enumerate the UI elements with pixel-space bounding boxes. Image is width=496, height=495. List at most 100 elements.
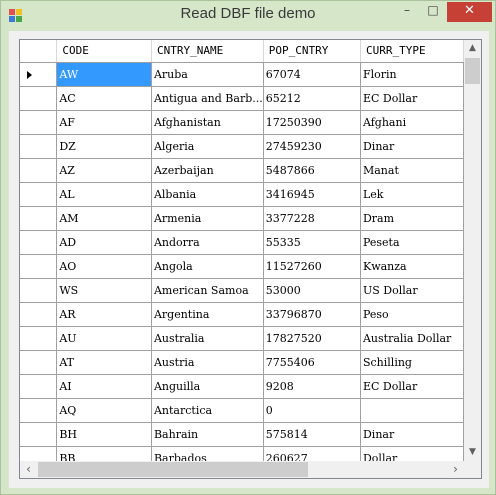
scroll-left-icon[interactable]: ‹	[20, 461, 37, 478]
cell-cntry-name[interactable]: Anguilla	[151, 374, 264, 399]
cell-pop-cntry[interactable]: 7755406	[263, 350, 361, 375]
column-header-curr-type[interactable]: CURR_TYPE	[360, 40, 464, 63]
cell-code[interactable]: BH	[56, 422, 152, 447]
row-header[interactable]	[20, 278, 58, 303]
cell-pop-cntry[interactable]: 5487866	[263, 158, 361, 183]
cell-curr-type[interactable]: Schilling	[360, 350, 464, 375]
cell-code[interactable]: AO	[56, 254, 152, 279]
cell-code[interactable]: AW	[56, 62, 152, 87]
maximize-button[interactable]: □	[420, 2, 446, 22]
cell-code[interactable]: AI	[56, 374, 152, 399]
row-header[interactable]	[20, 446, 58, 461]
cell-pop-cntry[interactable]: 575814	[263, 422, 361, 447]
row-header[interactable]	[20, 254, 58, 279]
cell-curr-type[interactable]: Afghani	[360, 110, 464, 135]
cell-code[interactable]: DZ	[56, 134, 152, 159]
cell-cntry-name[interactable]: Algeria	[151, 134, 264, 159]
cell-curr-type[interactable]	[360, 398, 464, 423]
cell-cntry-name[interactable]: Armenia	[151, 206, 264, 231]
cell-cntry-name[interactable]: Azerbaijan	[151, 158, 264, 183]
cell-code[interactable]: AZ	[56, 158, 152, 183]
scroll-down-icon[interactable]: ▼	[464, 444, 481, 461]
cell-cntry-name[interactable]: Austria	[151, 350, 264, 375]
cell-pop-cntry[interactable]: 53000	[263, 278, 361, 303]
cell-pop-cntry[interactable]: 67074	[263, 62, 361, 87]
cell-curr-type[interactable]: Manat	[360, 158, 464, 183]
row-header[interactable]	[20, 110, 58, 135]
table-row[interactable]: BH Bahrain 575814 Dinar	[20, 422, 464, 447]
table-row[interactable]: AI Anguilla 9208 EC Dollar	[20, 374, 464, 399]
scroll-up-icon[interactable]: ▲	[464, 40, 481, 57]
table-row[interactable]: AF Afghanistan 17250390 Afghani	[20, 110, 464, 135]
cell-curr-type[interactable]: US Dollar	[360, 278, 464, 303]
table-row[interactable]: AL Albania 3416945 Lek	[20, 182, 464, 207]
cell-cntry-name[interactable]: American Samoa	[151, 278, 264, 303]
table-row[interactable]: AO Angola 11527260 Kwanza	[20, 254, 464, 279]
cell-code[interactable]: AU	[56, 326, 152, 351]
cell-curr-type[interactable]: Peseta	[360, 230, 464, 255]
row-header[interactable]	[20, 374, 58, 399]
cell-cntry-name[interactable]: Afghanistan	[151, 110, 264, 135]
close-button[interactable]: ✕	[447, 2, 492, 22]
row-header[interactable]	[20, 158, 58, 183]
data-grid[interactable]: CODE CNTRY_NAME POP_CNTRY CURR_TYPE AW Ar…	[19, 39, 482, 479]
row-header-corner[interactable]	[20, 40, 58, 63]
row-header[interactable]	[20, 62, 58, 87]
table-row[interactable]: AC Antigua and Barb... 65212 EC Dollar	[20, 86, 464, 111]
cell-pop-cntry[interactable]: 11527260	[263, 254, 361, 279]
cell-curr-type[interactable]: Australia Dollar	[360, 326, 464, 351]
row-header[interactable]	[20, 326, 58, 351]
cell-cntry-name[interactable]: Argentina	[151, 302, 264, 327]
table-row[interactable]: AM Armenia 3377228 Dram	[20, 206, 464, 231]
row-header[interactable]	[20, 398, 58, 423]
cell-cntry-name[interactable]: Bahrain	[151, 422, 264, 447]
row-header[interactable]	[20, 134, 58, 159]
cell-code[interactable]: AD	[56, 230, 152, 255]
cell-pop-cntry[interactable]: 17250390	[263, 110, 361, 135]
cell-cntry-name[interactable]: Antigua and Barb...	[151, 86, 264, 111]
horizontal-scrollbar[interactable]: ‹ ›	[20, 461, 464, 478]
row-header[interactable]	[20, 86, 58, 111]
table-row[interactable]: AD Andorra 55335 Peseta	[20, 230, 464, 255]
row-header[interactable]	[20, 182, 58, 207]
table-row[interactable]: AR Argentina 33796870 Peso	[20, 302, 464, 327]
row-header[interactable]	[20, 350, 58, 375]
cell-pop-cntry[interactable]: 27459230	[263, 134, 361, 159]
cell-curr-type[interactable]: EC Dollar	[360, 374, 464, 399]
cell-curr-type[interactable]: Dollar	[360, 446, 464, 461]
cell-code[interactable]: AT	[56, 350, 152, 375]
title-bar[interactable]: Read DBF file demo – □ ✕	[1, 1, 495, 29]
table-row[interactable]: AT Austria 7755406 Schilling	[20, 350, 464, 375]
cell-code[interactable]: BB	[56, 446, 152, 461]
horizontal-scroll-thumb[interactable]	[38, 462, 308, 477]
cell-cntry-name[interactable]: Aruba	[151, 62, 264, 87]
table-row[interactable]: AU Australia 17827520 Australia Dollar	[20, 326, 464, 351]
cell-code[interactable]: AC	[56, 86, 152, 111]
cell-curr-type[interactable]: Dinar	[360, 134, 464, 159]
cell-curr-type[interactable]: Kwanza	[360, 254, 464, 279]
cell-curr-type[interactable]: Dram	[360, 206, 464, 231]
vertical-scroll-thumb[interactable]	[465, 58, 480, 84]
cell-pop-cntry[interactable]: 33796870	[263, 302, 361, 327]
cell-code[interactable]: AF	[56, 110, 152, 135]
cell-curr-type[interactable]: EC Dollar	[360, 86, 464, 111]
table-row[interactable]: BB Barbados 260627 Dollar	[20, 446, 464, 461]
cell-pop-cntry[interactable]: 3377228	[263, 206, 361, 231]
cell-pop-cntry[interactable]: 0	[263, 398, 361, 423]
cell-cntry-name[interactable]: Australia	[151, 326, 264, 351]
table-row[interactable]: AZ Azerbaijan 5487866 Manat	[20, 158, 464, 183]
cell-pop-cntry[interactable]: 260627	[263, 446, 361, 461]
cell-cntry-name[interactable]: Andorra	[151, 230, 264, 255]
scroll-right-icon[interactable]: ›	[447, 461, 464, 478]
cell-cntry-name[interactable]: Albania	[151, 182, 264, 207]
cell-pop-cntry[interactable]: 55335	[263, 230, 361, 255]
table-row[interactable]: AW Aruba 67074 Florin	[20, 62, 464, 87]
table-row[interactable]: WS American Samoa 53000 US Dollar	[20, 278, 464, 303]
cell-code[interactable]: AM	[56, 206, 152, 231]
table-row[interactable]: DZ Algeria 27459230 Dinar	[20, 134, 464, 159]
row-header[interactable]	[20, 302, 58, 327]
column-header-cntry-name[interactable]: CNTRY_NAME	[151, 40, 264, 63]
cell-pop-cntry[interactable]: 3416945	[263, 182, 361, 207]
cell-cntry-name[interactable]: Angola	[151, 254, 264, 279]
table-row[interactable]: AQ Antarctica 0	[20, 398, 464, 423]
